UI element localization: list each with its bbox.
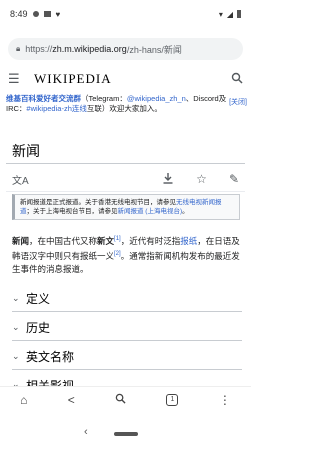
wikipedia-wordmark[interactable]: WIKIPEDIA (34, 71, 112, 87)
telegram-link[interactable]: @wikipedia_zh_n (127, 94, 186, 103)
home-gesture-bar[interactable] (114, 432, 138, 436)
site-notice: 维基百科爱好者交流群（Telegram：@wikipedia_zh_n、Disc… (6, 94, 227, 113)
browser-bottom-bar: ⌂ < 1 ⋮ (0, 386, 251, 412)
url-host: zh.m.wikipedia.org (52, 44, 127, 54)
section-definition[interactable]: ⌄ 定义 (12, 286, 242, 312)
section-english-name[interactable]: ⌄ 英文名称 (12, 344, 242, 370)
notification-icon (32, 11, 39, 17)
url-path: /zh-hans/新闻 (126, 44, 182, 55)
reference-link[interactable]: [1] (114, 236, 121, 242)
page-actions: 文A ☆ ✎ (6, 168, 245, 190)
more-options-icon[interactable]: ⋮ (219, 393, 231, 407)
search-icon[interactable] (115, 393, 126, 407)
star-icon[interactable]: ☆ (196, 172, 207, 186)
wifi-icon: ▾ (218, 9, 223, 19)
page-title: 新闻 (12, 145, 40, 160)
system-navigation: ‹ (0, 412, 251, 463)
irc-link[interactable]: #wikipedia-zh (26, 104, 71, 113)
lock-icon: 🔒︎ (16, 44, 21, 53)
chevron-down-icon: ⌄ (12, 351, 20, 362)
divider (6, 163, 245, 164)
newspaper-link[interactable]: 报纸 (180, 236, 197, 246)
banner-title-link[interactable]: 维基百科爱好者交流群 (6, 94, 81, 103)
signal-icon: ◢ (226, 9, 233, 19)
banner-close-link[interactable]: [关闭] (229, 98, 247, 107)
section-history[interactable]: ⌄ 历史 (12, 315, 242, 341)
download-icon[interactable] (162, 172, 174, 187)
home-icon[interactable]: ⌂ (20, 393, 27, 407)
message-icon (43, 11, 51, 17)
site-header: ☰ WIKIPEDIA (0, 68, 251, 90)
search-icon[interactable] (231, 72, 243, 87)
address-bar[interactable]: 🔒︎ https://zh.m.wikipedia.org/zh-hans/新闻 (8, 38, 243, 60)
url-prefix: https:// (25, 44, 53, 54)
hamburger-icon[interactable]: ☰ (8, 71, 26, 87)
status-time: 8:49 (10, 9, 28, 19)
share-icon[interactable]: < (68, 393, 75, 407)
chevron-down-icon: ⌄ (12, 322, 20, 333)
hatnote: 新闻报道是正式报道。关于香港无线电视节目，请参见无线电视新闻报道；关于上海电视台… (12, 194, 240, 220)
back-icon[interactable]: ‹ (84, 426, 88, 438)
language-icon[interactable]: 文A (12, 172, 29, 187)
tab-switcher-button[interactable]: 1 (166, 393, 179, 406)
location-icon: ♥ (55, 9, 61, 19)
divider (6, 191, 245, 192)
chevron-down-icon: ⌄ (12, 293, 20, 304)
battery-icon (237, 10, 241, 18)
lead-paragraph: 新闻，在中国古代又称新文[1]，近代有时泛指报纸，在日语及韩语汉字中则只有报纸一… (12, 235, 240, 274)
hatnote-link-shanghai[interactable]: 新闻报道 (上海电视台) (118, 208, 183, 215)
status-bar: 8:49 ♥ ▾ ◢ (0, 0, 251, 28)
pencil-icon[interactable]: ✎ (229, 172, 239, 186)
reference-link[interactable]: [2] (114, 251, 121, 257)
